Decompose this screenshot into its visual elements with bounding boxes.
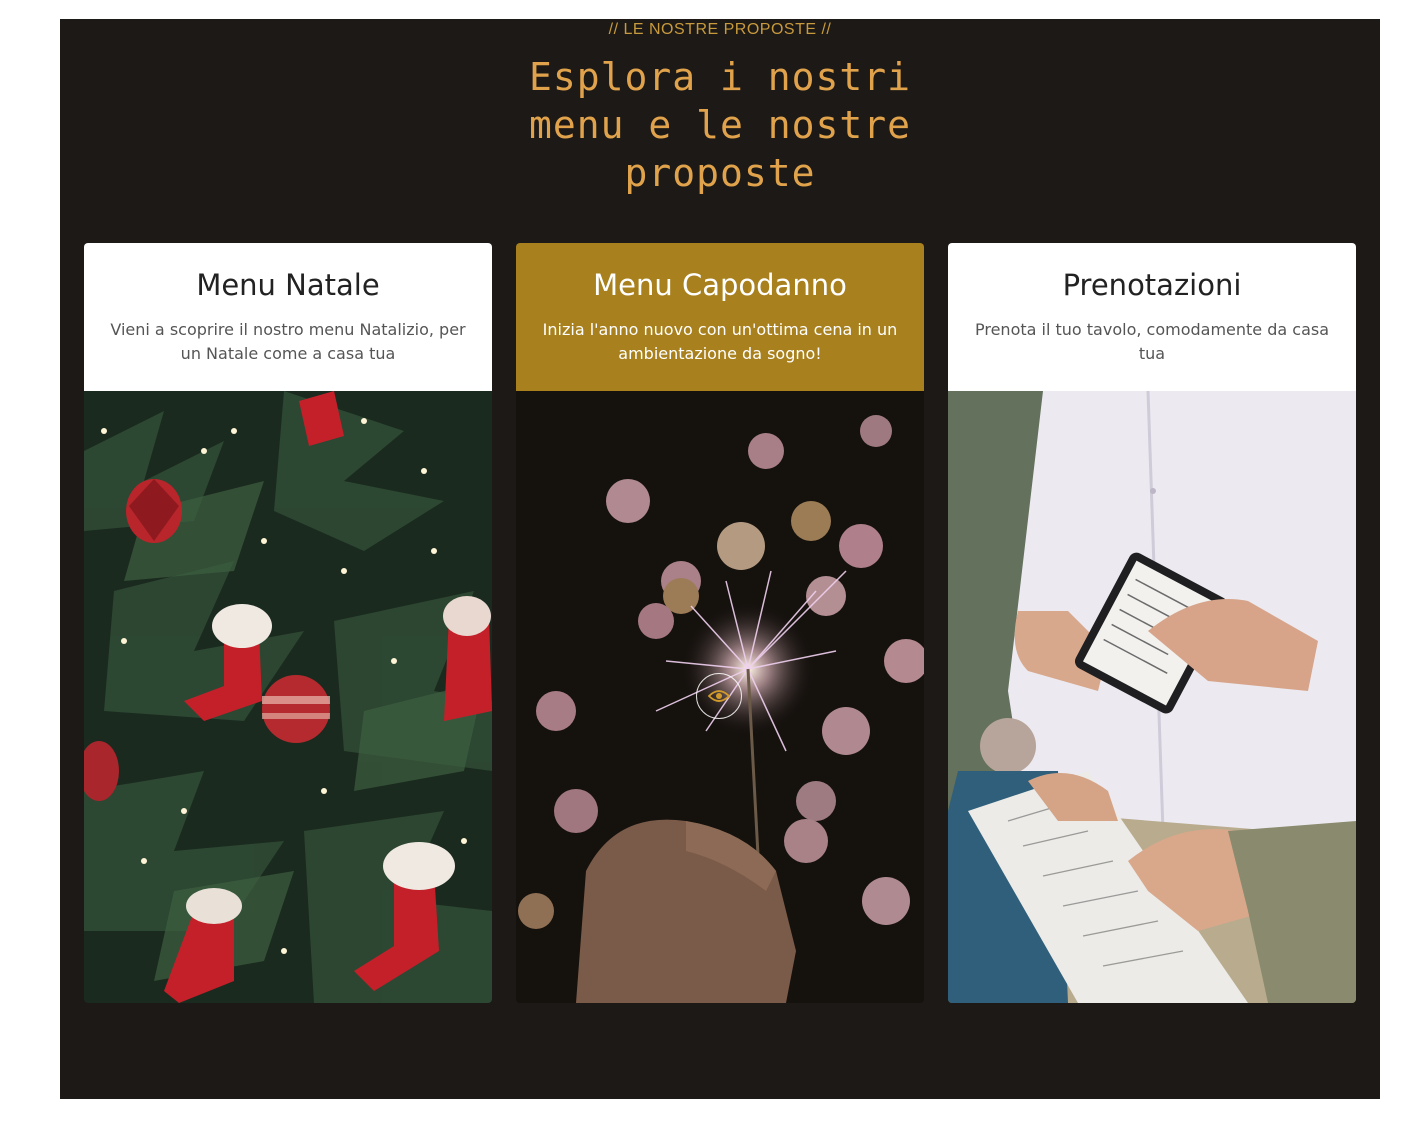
section-title: Esplora i nostri menu e le nostre propos… (528, 55, 912, 195)
sparkler-image[interactable] (516, 391, 924, 1003)
card-description: Vieni a scoprire il nostro menu Natalizi… (110, 320, 466, 363)
card-description: Inizia l'anno nuovo con un'ottima cena i… (542, 320, 898, 363)
card-prenotazioni[interactable]: Prenotazioni Prenota il tuo tavolo, como… (948, 243, 1356, 1003)
card-description: Prenota il tuo tavolo, comodamente da ca… (974, 320, 1330, 363)
eye-icon (708, 690, 730, 702)
card-menu-natale[interactable]: Menu Natale Vieni a scoprire il nostro m… (84, 243, 492, 1003)
christmas-tree-image[interactable] (84, 391, 492, 1003)
card-header: Prenotazioni Prenota il tuo tavolo, como… (948, 243, 1356, 391)
card-title[interactable]: Prenotazioni (970, 268, 1334, 302)
proposals-section: // LE NOSTRE PROPOSTE // Esplora i nostr… (60, 19, 1380, 1099)
card-title[interactable]: Menu Natale (106, 268, 470, 302)
section-eyebrow: // LE NOSTRE PROPOSTE // (608, 21, 832, 38)
card-header: Menu Capodanno Inizia l'anno nuovo con u… (516, 243, 924, 391)
card-header: Menu Natale Vieni a scoprire il nostro m… (84, 243, 492, 391)
card-menu-capodanno[interactable]: Menu Capodanno Inizia l'anno nuovo con u… (516, 243, 924, 1003)
card-title[interactable]: Menu Capodanno (538, 268, 902, 302)
waiter-notepad-image[interactable] (948, 391, 1356, 1003)
view-overlay-button[interactable] (696, 673, 742, 719)
